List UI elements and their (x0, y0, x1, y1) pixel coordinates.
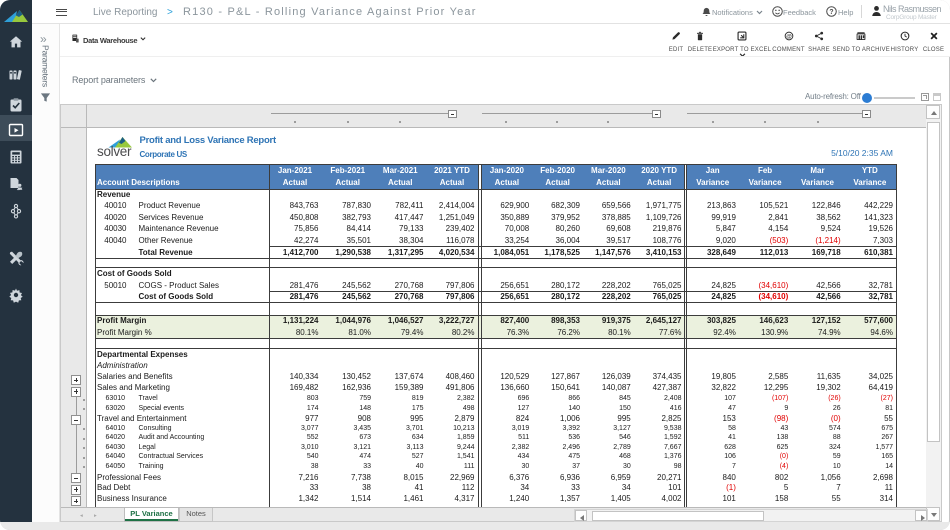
svg-text:?: ? (829, 9, 833, 16)
svg-text:@: @ (786, 34, 792, 40)
